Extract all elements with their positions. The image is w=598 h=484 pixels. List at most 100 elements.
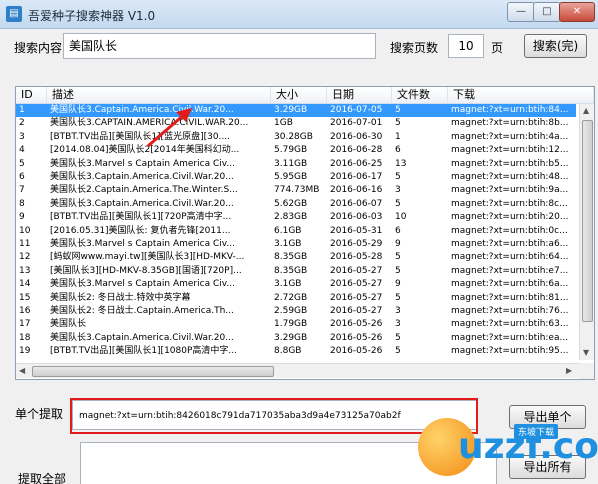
col-header-download[interactable]: 下载 [448,87,594,103]
table-row[interactable]: 1 美国队长3.Captain.America.Civil.War.20... 3.… [16,104,576,117]
cell-size: 6.1GB [274,225,302,236]
single-magnet-field[interactable]: magnet:?xt=urn:btih:8426018c791da717035a… [72,400,477,430]
vertical-scrollbar[interactable]: ▲ ▼ [579,104,594,360]
cell-size: 8.8GB [274,346,302,357]
cell-size: 2.59GB [274,306,308,316]
cell-id: 5 [19,158,25,169]
cell-date: 2016-06-30 [330,131,383,142]
table-row[interactable]: 17 美国队长 1.79GB 2016-05-26 3 magnet:?xt=urn:bt… [16,318,576,331]
cell-description: 美国队长3.Marvel s Captain America Civ... [50,158,235,169]
cell-id: 19 [19,346,31,357]
title-bar: ▤ 吾爱种子搜索神器 V1.0 — □ ✕ [0,0,598,29]
table-row[interactable]: 7 美国队长2.Captain.America.The.Winter.S... 77… [16,184,576,197]
cell-file-count: 1 [395,131,401,142]
horizontal-scrollbar[interactable]: ◀ ▶ [16,363,579,378]
cell-id: 16 [19,306,31,316]
cell-description: 美国队长3.Captain.America.Civil.War.20... [50,198,234,209]
table-row[interactable]: 12 [蚂蚁网www.mayi.tw][美国队长3][HD-MKV-... 8.35… [16,251,576,264]
pages-input[interactable]: 10 [448,34,484,58]
cell-date: 2016-06-28 [330,145,383,156]
col-header-size[interactable]: 大小 [271,87,327,103]
cell-size: 3.1GB [274,279,302,290]
cell-file-count: 5 [395,172,401,182]
cell-description: 美国队长2: 冬日战士.Captain.America.Th... [50,306,234,316]
cell-description: 美国队长3.Captain.America.Civil.War.20... [50,332,234,343]
scroll-left-icon[interactable]: ◀ [19,366,25,375]
cell-download: magnet:?xt=urn:btih:81... [451,292,569,303]
table-row[interactable]: 3 [BTBT.TV出品][美国队长1][蓝光原盘][30.... 30.28GB 2… [16,131,576,144]
table-row[interactable]: 11 美国队长3.Marvel s Captain America Civ... 3… [16,238,576,251]
table-row[interactable]: 4 [2014.08.04]美国队长2[2014年美国科幻动... 5.79GB 20… [16,144,576,157]
scroll-right-icon[interactable]: ▶ [566,366,572,375]
table-row[interactable]: 13 [美国队长3][HD-MKV-8.35GB][国语][720P]... 8.3… [16,265,576,278]
cell-description: 美国队长 [50,319,87,330]
cell-download: magnet:?xt=urn:btih:8c... [451,198,568,209]
cell-id: 18 [19,332,31,343]
cell-date: 2016-05-26 [330,332,383,343]
search-input[interactable]: 美国队长 [63,33,376,59]
cell-download: magnet:?xt=urn:btih:84... [451,105,569,115]
watermark-logo: uzzf.com 东坡下载 [418,418,598,484]
col-header-file-count[interactable]: 文件数 [392,87,448,103]
horizontal-scroll-thumb[interactable] [32,366,274,377]
cell-id: 8 [19,198,25,209]
cell-size: 1GB [274,118,293,129]
cell-size: 30.28GB [274,131,313,142]
cell-download: magnet:?xt=urn:btih:64... [451,252,569,263]
col-header-id[interactable]: ID [16,87,47,103]
cell-size: 3.29GB [274,332,308,343]
cell-description: [美国队长3][HD-MKV-8.35GB][国语][720P]... [50,265,242,276]
cell-download: magnet:?xt=urn:btih:e7... [451,265,569,276]
cell-file-count: 3 [395,185,401,196]
cell-file-count: 9 [395,279,401,290]
cell-download: magnet:?xt=urn:btih:8b... [451,118,569,129]
cell-download: magnet:?xt=urn:btih:ea... [451,332,569,343]
table-row[interactable]: 19 [BTBT.TV出品][美国队长1][1080P高清中字... 8.8GB 20… [16,345,576,358]
cell-description: 美国队长3.Captain.America.Civil.War.20... [50,172,234,182]
cell-size: 8.35GB [274,265,308,276]
close-button[interactable]: ✕ [559,2,595,22]
table-row[interactable]: 14 美国队长3.Marvel s Captain America Civ... 3… [16,278,576,291]
cell-id: 11 [19,239,31,249]
table-row[interactable]: 18 美国队长3.Captain.America.Civil.War.20... 3… [16,332,576,345]
cell-download: magnet:?xt=urn:btih:0c... [451,225,568,236]
app-logo-icon: ▤ [6,6,22,22]
cell-date: 2016-05-26 [330,319,383,330]
cell-date: 2016-06-07 [330,198,383,209]
cell-download: magnet:?xt=urn:btih:76... [451,306,569,316]
cell-download: magnet:?xt=urn:btih:6a... [451,279,569,290]
col-header-description[interactable]: 描述 [47,87,271,103]
cell-date: 2016-07-05 [330,105,383,115]
table-row[interactable]: 10 [2016.05.31]美国队长: 复仇者先锋[2011... 6.1GB 20… [16,225,576,238]
cell-file-count: 13 [395,158,407,169]
table-row[interactable]: 2 美国队长3.CAPTAIN.AMERICA.CIVIL.WAR.20... 1G… [16,117,576,130]
scroll-down-icon[interactable]: ▼ [583,348,589,357]
cell-file-count: 9 [395,239,401,249]
cell-download: magnet:?xt=urn:btih:b5... [451,158,569,169]
table-row[interactable]: 6 美国队长3.Captain.America.Civil.War.20... 5.… [16,171,576,184]
table-row[interactable]: 16 美国队长2: 冬日战士.Captain.America.Th... 2.59G… [16,305,576,318]
cell-size: 3.1GB [274,239,302,249]
table-row[interactable]: 9 [BTBT.TV出品][美国队长1][720P高清中字... 2.83GB 201… [16,211,576,224]
cell-id: 10 [19,225,31,236]
cell-description: 美国队长2: 冬日战士.特效中英字幕 [50,292,191,303]
cell-id: 14 [19,279,31,290]
cell-size: 5.95GB [274,172,308,182]
minimize-button[interactable]: — [507,2,535,22]
pages-unit-label: 页 [491,41,504,55]
cell-size: 1.79GB [274,319,308,330]
cell-download: magnet:?xt=urn:btih:20... [451,212,569,223]
search-button[interactable]: 搜索(完) [524,34,587,58]
maximize-button[interactable]: □ [533,2,561,22]
vertical-scroll-thumb[interactable] [582,120,593,322]
table-row[interactable]: 15 美国队长2: 冬日战士.特效中英字幕 2.72GB 2016-05-27 5 mag… [16,292,576,305]
cell-file-count: 6 [395,145,401,156]
cell-file-count: 5 [395,332,401,343]
col-header-date[interactable]: 日期 [327,87,392,103]
table-row[interactable]: 5 美国队长3.Marvel s Captain America Civ... 3.… [16,158,576,171]
table-row[interactable]: 8 美国队长3.Captain.America.Civil.War.20... 5.… [16,198,576,211]
scroll-up-icon[interactable]: ▲ [583,106,589,115]
cell-file-count: 5 [395,292,401,303]
cell-description: 美国队长2.Captain.America.The.Winter.S... [50,185,238,196]
cell-file-count: 5 [395,252,401,263]
